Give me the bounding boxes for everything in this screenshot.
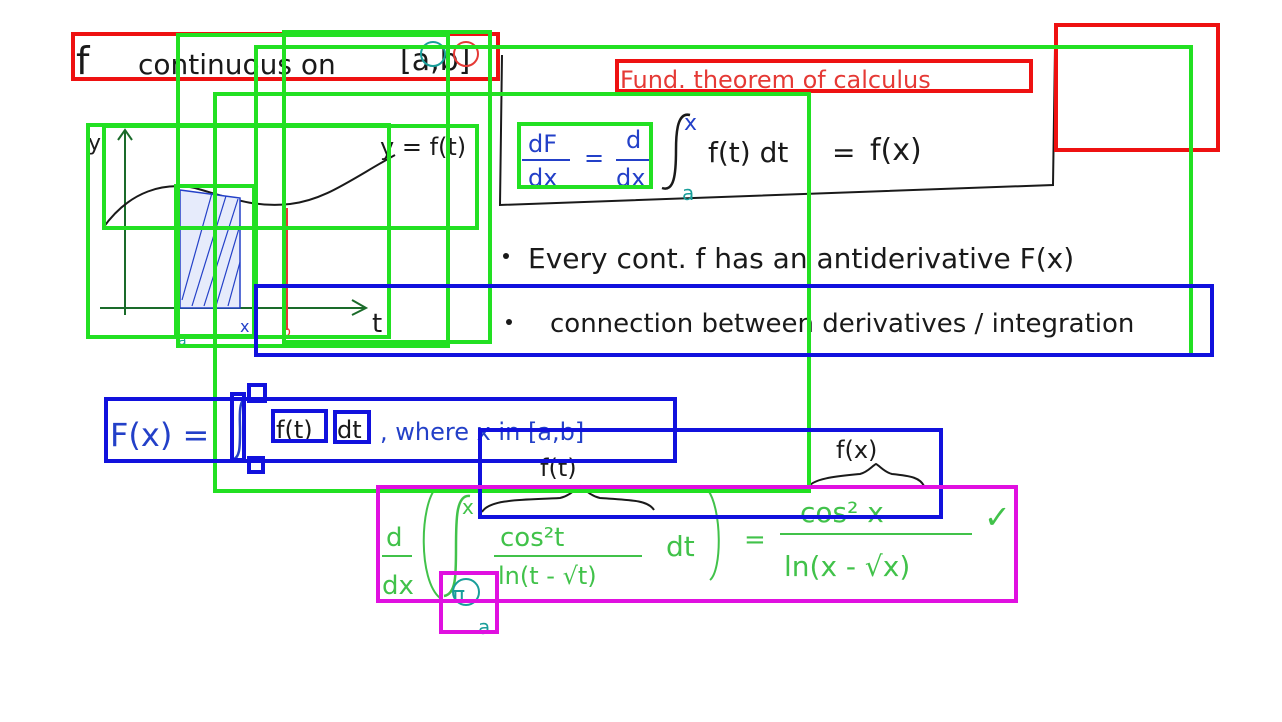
ex-upper-limit: x bbox=[462, 495, 474, 519]
bullet-1: Every cont. f has an antiderivative F(x) bbox=[528, 242, 1074, 275]
box-red-empty bbox=[1054, 23, 1220, 152]
ex-rden: ln(x - √x) bbox=[784, 550, 910, 583]
whiteboard-canvas: f continuous on [a,b] Fund. theorem of c… bbox=[71, 23, 1220, 639]
f-label: f bbox=[76, 39, 91, 83]
ft-brace-label: f(t) bbox=[540, 454, 577, 482]
example-equation: f(t) f(x) d dx x cos²t ln(t - √t) dt = c… bbox=[382, 436, 1011, 639]
ex-d-top: d bbox=[386, 523, 403, 553]
bullet-list: Every cont. f has an antiderivative F(x)… bbox=[503, 242, 1134, 339]
definition-dt: dt bbox=[337, 416, 362, 444]
ex-d-bottom: dx bbox=[382, 571, 414, 601]
upper-limit: x bbox=[684, 111, 697, 136]
bullet-2-dot bbox=[506, 319, 512, 325]
whiteboard-page: f continuous on [a,b] Fund. theorem of c… bbox=[0, 0, 1282, 722]
continuous-text: continuous on bbox=[138, 48, 336, 81]
ex-equals: = bbox=[744, 525, 766, 555]
dF-top: dF bbox=[528, 130, 557, 158]
lower-limit: a bbox=[682, 181, 694, 205]
bullet-2: connection between derivatives / integra… bbox=[550, 309, 1134, 339]
ex-lower-a: a bbox=[478, 615, 490, 639]
check-mark: ✓ bbox=[984, 498, 1011, 536]
curve-path bbox=[102, 154, 396, 229]
integrand-text: f(t) dt bbox=[708, 136, 788, 169]
t-axis-label: t bbox=[372, 309, 382, 339]
theorem-box: Fund. theorem of calculus dF dx = d dx x… bbox=[498, 47, 1056, 207]
ex-dt: dt bbox=[666, 530, 695, 563]
x-mark: x bbox=[240, 317, 249, 336]
definition-lhs: F(x) = bbox=[110, 416, 209, 454]
ex-left-paren bbox=[422, 487, 441, 599]
ex-num: cos²t bbox=[500, 523, 564, 553]
ex-right-paren bbox=[707, 489, 720, 581]
d-top: d bbox=[626, 126, 641, 154]
rhs-fx: f(x) bbox=[870, 133, 922, 168]
equals-1: = bbox=[584, 144, 604, 172]
bullet-1-dot bbox=[503, 253, 509, 259]
equals-2: = bbox=[832, 136, 855, 169]
fx-brace-label: f(x) bbox=[836, 436, 877, 464]
ex-rnum: cos² x bbox=[800, 496, 884, 529]
fx-brace bbox=[807, 462, 925, 489]
graph: y y = f(t) t a x b bbox=[88, 128, 466, 349]
ex-den: ln(t - √t) bbox=[498, 562, 597, 590]
